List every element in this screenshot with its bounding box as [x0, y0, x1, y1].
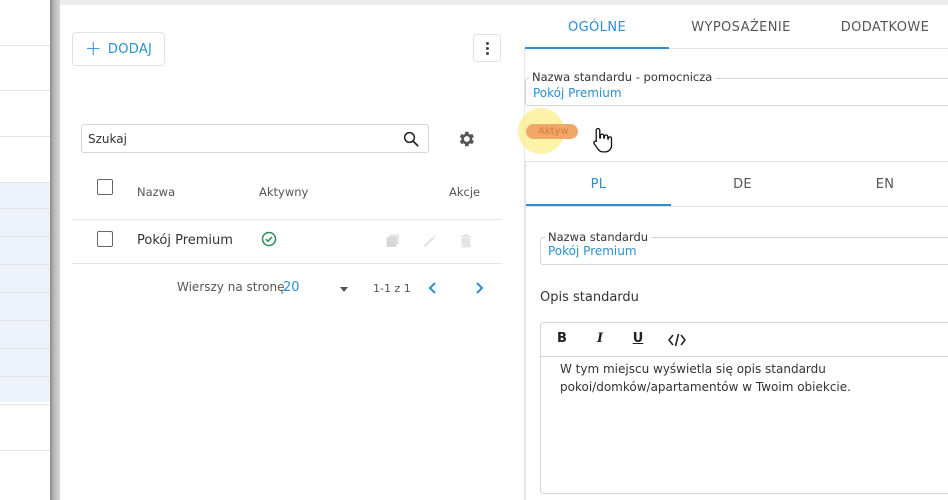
- active-toggle[interactable]: Aktyw: [526, 124, 578, 139]
- active-check-icon: [261, 231, 277, 247]
- row-checkbox[interactable]: [97, 231, 113, 247]
- description-title: Opis standardu: [540, 290, 639, 305]
- description-editor[interactable]: B I U W tym miejscu wyświetla się opis s…: [540, 322, 948, 494]
- select-all-checkbox[interactable]: [97, 179, 113, 195]
- search-icon[interactable]: [402, 130, 420, 148]
- next-page-icon[interactable]: [472, 280, 486, 296]
- rows-per-page-label: Wierszy na stronę: [177, 280, 285, 294]
- chevron-down-icon[interactable]: [340, 287, 348, 292]
- description-text[interactable]: W tym miejscu wyświetla się opis standar…: [560, 360, 940, 396]
- standard-name-value[interactable]: Pokój Premium: [548, 244, 637, 258]
- page-range: 1-1 z 1: [373, 282, 411, 295]
- kebab-dot: [485, 51, 489, 55]
- more-options-button[interactable]: [473, 34, 501, 62]
- gear-icon[interactable]: [456, 129, 476, 149]
- bold-button[interactable]: B: [553, 331, 571, 346]
- background-row: [0, 320, 50, 321]
- add-button[interactable]: + DODAJ: [72, 32, 165, 66]
- lang-tab-de[interactable]: DE: [671, 162, 814, 206]
- code-icon[interactable]: [668, 332, 686, 348]
- row-divider: [72, 263, 502, 264]
- background-row: [0, 348, 50, 349]
- background-row: [0, 236, 50, 237]
- lang-tab-pl[interactable]: PL: [526, 162, 671, 206]
- tab-equipment[interactable]: WYPOSAŻENIE: [669, 5, 813, 49]
- helper-name-label: Nazwa standardu - pomocnicza: [529, 70, 716, 84]
- search-input[interactable]: [82, 125, 392, 152]
- background-row: [0, 136, 50, 137]
- delete-icon[interactable]: [458, 233, 474, 249]
- add-button-label: DODAJ: [107, 41, 153, 57]
- rows-per-page-select[interactable]: 20: [283, 280, 300, 295]
- editor-toolbar: B I U: [541, 323, 948, 357]
- hand-cursor-icon: [593, 127, 613, 153]
- background-row: [0, 404, 50, 405]
- background-row: [0, 292, 50, 293]
- column-header-active[interactable]: Aktywny: [259, 172, 308, 212]
- background-row: [0, 208, 50, 209]
- background-row: [0, 90, 50, 91]
- helper-name-value[interactable]: Pokój Premium: [533, 86, 622, 100]
- background-list: [0, 0, 50, 500]
- column-header-actions: Akcje: [449, 185, 481, 199]
- tab-additional[interactable]: DODATKOWE: [813, 5, 948, 49]
- header-divider: [72, 219, 502, 220]
- drawer-shadow: [50, 0, 60, 500]
- tab-general[interactable]: OGÓLNE: [525, 5, 669, 49]
- underline-button[interactable]: U: [629, 331, 647, 346]
- column-header-name[interactable]: Nazwa: [137, 172, 175, 212]
- background-row: [0, 376, 50, 377]
- background-row: [0, 45, 50, 46]
- lang-tab-en[interactable]: EN: [814, 162, 948, 206]
- background-row: [0, 264, 50, 265]
- tab-active-indicator: [525, 47, 669, 49]
- kebab-dot: [485, 41, 489, 45]
- app-root: + DODAJ Nazwa Aktywny Akcje Pokój Premiu…: [0, 0, 948, 500]
- copy-icon[interactable]: [385, 233, 401, 249]
- lang-tabs-divider: [526, 206, 948, 207]
- background-row: [0, 450, 50, 451]
- prev-page-icon[interactable]: [426, 280, 440, 296]
- plus-icon: +: [84, 36, 102, 60]
- standard-name-label: Nazwa standardu: [545, 230, 652, 244]
- kebab-dot: [485, 46, 489, 50]
- drawer-panel: + DODAJ Nazwa Aktywny Akcje Pokój Premiu…: [60, 0, 948, 500]
- active-toggle-label: Aktyw: [538, 126, 569, 137]
- edit-icon[interactable]: [422, 233, 438, 249]
- search-box: [81, 124, 429, 153]
- detail-tabs: OGÓLNE WYPOSAŻENIE DODATKOWE: [525, 5, 948, 49]
- background-row: [0, 182, 50, 183]
- row-name[interactable]: Pokój Premium: [137, 233, 233, 248]
- lang-tab-indicator: [526, 204, 671, 206]
- italic-button[interactable]: I: [591, 331, 609, 346]
